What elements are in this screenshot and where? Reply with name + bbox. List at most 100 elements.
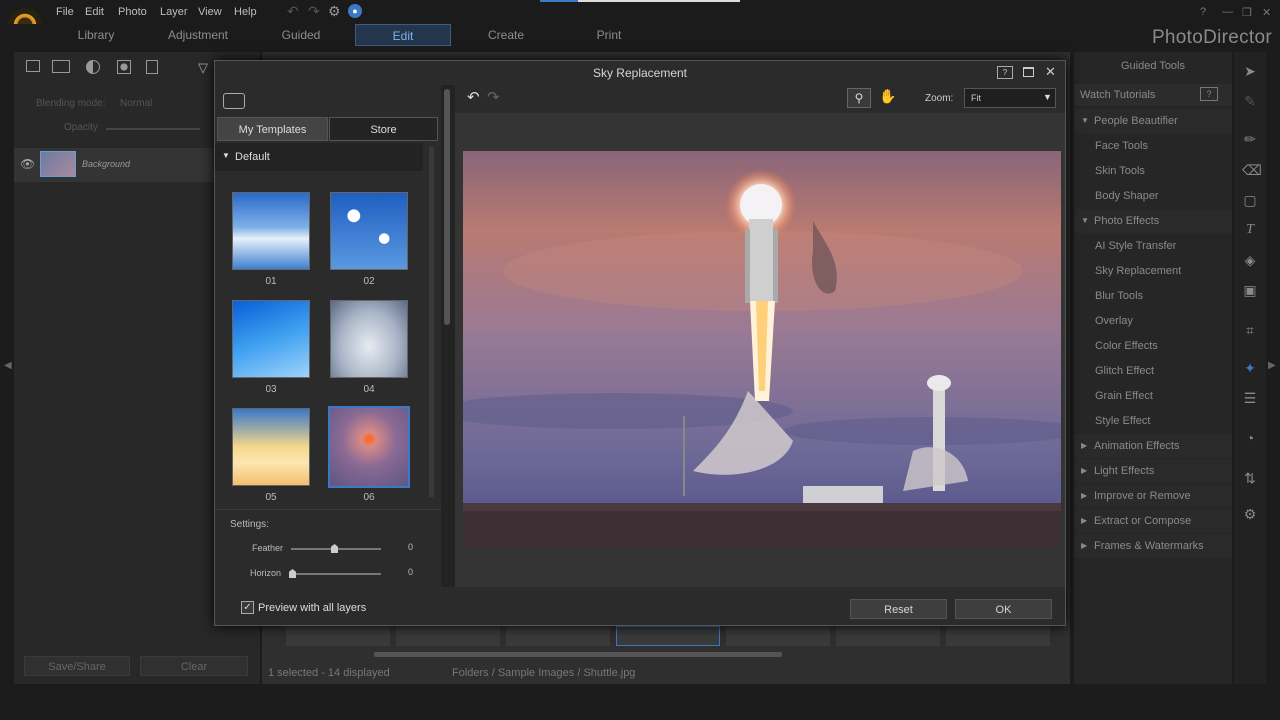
- notification-icon[interactable]: ●: [348, 4, 362, 18]
- mask-icon[interactable]: [117, 60, 131, 74]
- category-animation-effects[interactable]: ▶ Animation Effects: [1074, 434, 1232, 458]
- collapse-right-icon[interactable]: ▶: [1268, 360, 1276, 371]
- collapsed-triangle-icon: ▶: [1081, 466, 1088, 475]
- menu-edit[interactable]: Edit: [85, 6, 104, 18]
- blending-mode-value[interactable]: Normal: [120, 98, 152, 109]
- filmstrip-scrollbar[interactable]: [374, 652, 782, 657]
- fill-bucket-icon[interactable]: ◈: [1242, 252, 1258, 268]
- dialog-help-icon[interactable]: ?: [997, 66, 1013, 79]
- tab-adjustment[interactable]: Adjustment: [150, 24, 246, 46]
- category-frames-watermarks[interactable]: ▶ Frames & Watermarks: [1074, 534, 1232, 558]
- menu-layer[interactable]: Layer: [160, 6, 188, 18]
- template-label-04: 04: [363, 384, 375, 395]
- menu-file[interactable]: File: [56, 6, 74, 18]
- panel-scrollbar[interactable]: [444, 89, 450, 325]
- menu-view[interactable]: View: [198, 6, 222, 18]
- maximize-icon[interactable]: [1023, 67, 1034, 77]
- expanded-triangle-icon: ▼: [1081, 216, 1089, 225]
- category-photo-effects[interactable]: ▼ Photo Effects: [1074, 209, 1232, 233]
- template-group-header[interactable]: ▼ Default: [215, 143, 423, 171]
- gradient-tool-icon[interactable]: ▣: [1242, 282, 1258, 298]
- help-icon[interactable]: ?: [1200, 6, 1206, 18]
- adjustment-layer-icon[interactable]: [86, 60, 100, 74]
- tool-skin-tools[interactable]: Skin Tools: [1074, 159, 1232, 183]
- expand-triangle-icon[interactable]: ▼: [222, 151, 230, 160]
- tool-color-effects[interactable]: Color Effects: [1074, 334, 1232, 358]
- horizon-slider[interactable]: [291, 573, 381, 575]
- collapse-left-icon[interactable]: ◀: [4, 360, 12, 371]
- tool-grain-effect[interactable]: Grain Effect: [1074, 384, 1232, 408]
- template-thumb-02[interactable]: [330, 192, 408, 270]
- tool-sky-replacement[interactable]: Sky Replacement: [1074, 259, 1232, 283]
- tab-store[interactable]: Store: [329, 117, 438, 141]
- menu-help[interactable]: Help: [234, 6, 257, 18]
- template-thumb-03[interactable]: [232, 300, 310, 378]
- reset-button[interactable]: Reset: [850, 599, 947, 619]
- settings-gear-icon[interactable]: ⚙: [1242, 506, 1258, 522]
- zoom-label: Zoom:: [925, 93, 954, 104]
- settings-icon[interactable]: ⚙: [328, 3, 341, 20]
- dialog-redo-icon[interactable]: ↷: [487, 88, 500, 106]
- text-tool-icon[interactable]: T: [1242, 222, 1258, 238]
- brush-tool-icon[interactable]: ✎: [1242, 93, 1258, 109]
- add-image-icon[interactable]: [52, 60, 70, 73]
- add-sky-icon[interactable]: [223, 93, 245, 109]
- magic-wand-icon[interactable]: ✦: [1242, 360, 1258, 376]
- template-thumb-06[interactable]: [328, 406, 410, 488]
- tool-style-effect[interactable]: Style Effect: [1074, 409, 1232, 433]
- eye-icon[interactable]: 👁: [20, 157, 35, 171]
- tutorial-help-icon[interactable]: ?: [1200, 87, 1218, 101]
- layer-row[interactable]: 👁 Background: [14, 148, 214, 182]
- close-dialog-icon[interactable]: ✕: [1045, 64, 1056, 80]
- template-thumb-01[interactable]: [232, 192, 310, 270]
- layer-icon[interactable]: [26, 60, 40, 72]
- menu-photo[interactable]: Photo: [118, 6, 147, 18]
- undo-icon[interactable]: ↶: [287, 3, 299, 20]
- tool-blur-tools[interactable]: Blur Tools: [1074, 284, 1232, 308]
- minimize-icon[interactable]: —: [1222, 6, 1233, 18]
- tool-overlay[interactable]: Overlay: [1074, 309, 1232, 333]
- opacity-slider[interactable]: [106, 128, 200, 130]
- restore-icon[interactable]: ❐: [1242, 6, 1252, 19]
- tool-ai-style-transfer[interactable]: AI Style Transfer: [1074, 234, 1232, 258]
- eraser-icon[interactable]: ⌫: [1242, 162, 1262, 178]
- zoom-tool-icon[interactable]: ⚲: [847, 88, 871, 108]
- watch-tutorials-row[interactable]: Watch Tutorials ?: [1074, 84, 1232, 106]
- category-improve-or-remove[interactable]: ▶ Improve or Remove: [1074, 484, 1232, 508]
- tab-print[interactable]: Print: [561, 24, 657, 46]
- color-wheel-icon[interactable]: ◔: [1242, 430, 1258, 446]
- rectangle-tool-icon[interactable]: ▢: [1242, 192, 1258, 208]
- save-share-button[interactable]: Save/Share: [24, 656, 130, 676]
- pan-hand-icon[interactable]: ✋: [879, 88, 896, 105]
- category-light-effects[interactable]: ▶ Light Effects: [1074, 459, 1232, 483]
- ok-button[interactable]: OK: [955, 599, 1052, 619]
- template-thumb-05[interactable]: [232, 408, 310, 486]
- clear-button[interactable]: Clear: [140, 656, 248, 676]
- pen-tool-icon[interactable]: ✏: [1242, 131, 1258, 147]
- adjust-sliders-icon[interactable]: ☰: [1242, 390, 1258, 406]
- zoom-select[interactable]: Fit ▼: [964, 88, 1056, 108]
- template-thumb-04[interactable]: [330, 300, 408, 378]
- crop-tool-icon[interactable]: ⌗: [1242, 322, 1258, 338]
- plugin-icon[interactable]: ⇅: [1242, 470, 1258, 486]
- layer-menu-icon[interactable]: [146, 60, 158, 74]
- select-arrow-icon[interactable]: ➤: [1242, 63, 1258, 79]
- preview-all-layers-label[interactable]: Preview with all layers: [258, 602, 366, 614]
- tool-glitch-effect[interactable]: Glitch Effect: [1074, 359, 1232, 383]
- dialog-undo-icon[interactable]: ↶: [467, 88, 480, 106]
- preview-all-layers-checkbox[interactable]: ✓: [241, 601, 254, 614]
- tab-guided[interactable]: Guided: [253, 24, 349, 46]
- tab-create[interactable]: Create: [458, 24, 554, 46]
- category-people-beautifier[interactable]: ▼ People Beautifier: [1074, 109, 1232, 133]
- watch-tutorials-label[interactable]: Watch Tutorials: [1080, 89, 1155, 101]
- tab-edit[interactable]: Edit: [355, 24, 451, 46]
- tool-body-shaper[interactable]: Body Shaper: [1074, 184, 1232, 208]
- tool-face-tools[interactable]: Face Tools: [1074, 134, 1232, 158]
- template-scrollbar[interactable]: [429, 147, 434, 497]
- filter-icon[interactable]: ▽: [198, 60, 208, 76]
- category-extract-or-compose[interactable]: ▶ Extract or Compose: [1074, 509, 1232, 533]
- close-app-icon[interactable]: ✕: [1262, 6, 1271, 19]
- redo-icon[interactable]: ↷: [308, 3, 320, 20]
- tab-library[interactable]: Library: [48, 24, 144, 46]
- tab-my-templates[interactable]: My Templates: [217, 117, 328, 141]
